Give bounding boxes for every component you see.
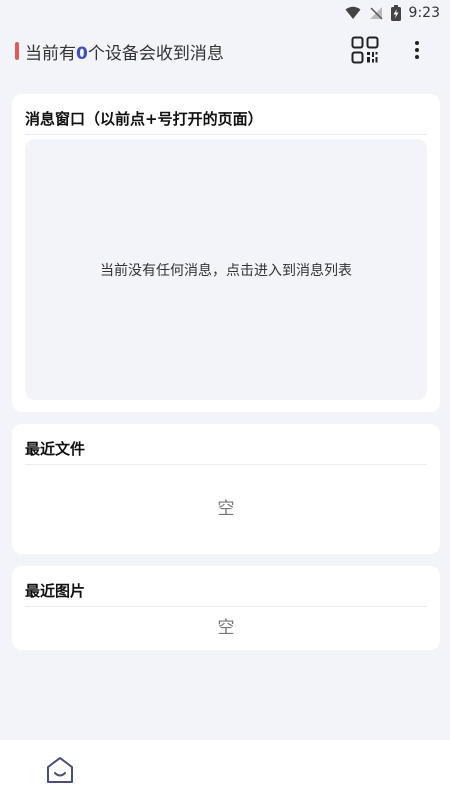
message-empty-text: 当前没有任何消息，点击进入到消息列表 [100, 262, 352, 279]
status-bar: 9:23 [0, 0, 450, 26]
message-window-area[interactable]: 当前没有任何消息，点击进入到消息列表 [25, 139, 427, 400]
home-icon [44, 757, 76, 790]
home-nav-button[interactable] [44, 754, 76, 786]
title-suffix: 个设备会收到消息 [87, 44, 224, 64]
message-window-card: 消息窗口（以前点+号打开的页面） 当前没有任何消息，点击进入到消息列表 [12, 94, 440, 412]
status-time: 9:23 [408, 5, 440, 21]
qr-code-button[interactable] [350, 36, 380, 68]
page-title: 当前有0个设备会收到消息 [25, 39, 224, 64]
more-vert-icon [414, 40, 420, 64]
divider [25, 606, 427, 607]
device-count: 0 [76, 44, 88, 64]
recent-files-title: 最近文件 [25, 440, 86, 458]
message-window-title: 消息窗口（以前点+号打开的页面） [25, 110, 263, 128]
more-options-button[interactable] [405, 37, 429, 67]
recent-files-empty-text: 空 [217, 499, 235, 519]
divider [25, 134, 427, 135]
app-header: 当前有0个设备会收到消息 [0, 34, 450, 68]
recent-images-card: 最近图片 空 [12, 566, 440, 650]
divider [25, 464, 427, 465]
qr-code-icon [351, 36, 379, 68]
accent-bar [15, 42, 19, 60]
title-prefix: 当前有 [25, 44, 76, 64]
bottom-navigation [0, 740, 450, 800]
recent-images-empty-text: 空 [217, 618, 235, 638]
wifi-icon [345, 6, 361, 20]
recent-images-title: 最近图片 [25, 582, 86, 600]
no-signal-icon [369, 6, 383, 20]
recent-files-card: 最近文件 空 [12, 424, 440, 554]
battery-charging-icon [390, 5, 401, 21]
